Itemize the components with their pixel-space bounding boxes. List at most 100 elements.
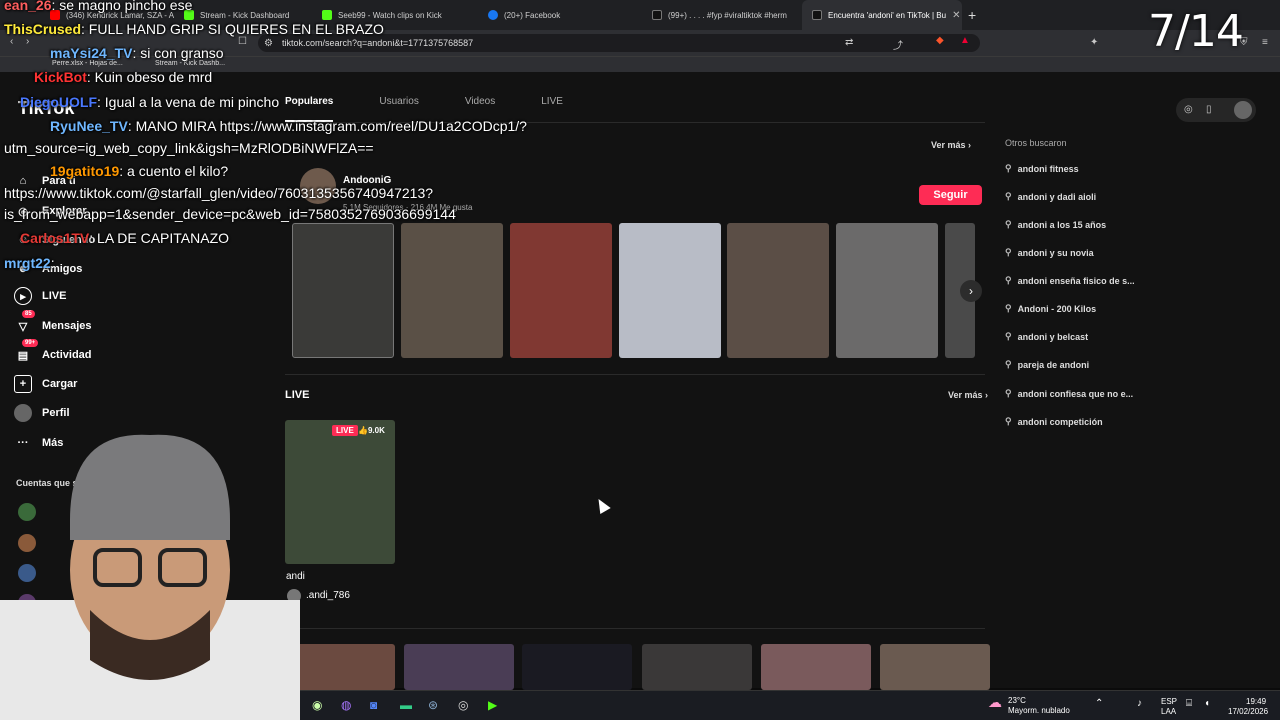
clock-date[interactable]: 17/02/2026 (1228, 707, 1268, 716)
weather-icon: ☁ (988, 694, 1002, 710)
video-thumbnail[interactable] (404, 644, 514, 690)
video-thumbnail[interactable] (401, 223, 503, 358)
live-card-thumbnail[interactable] (285, 420, 395, 564)
video-thumbnail[interactable] (619, 223, 721, 358)
beanie-shape (70, 434, 230, 540)
chevron-right-icon[interactable]: › (960, 280, 982, 302)
live-tag-text: LIVE (336, 426, 354, 435)
coin-icon[interactable]: ◎ (1184, 104, 1193, 115)
related-search-text: andoni enseña fisico de s... (1017, 275, 1135, 286)
related-search-item[interactable]: ⚲ Andoni - 200 Kilos (1005, 303, 1096, 314)
message-badge: 85 (22, 310, 35, 318)
volume-icon[interactable]: ◖ (1204, 698, 1210, 709)
extensions-icon[interactable]: ✦ (1090, 37, 1098, 48)
language-indicator-2[interactable]: LAA (1161, 707, 1176, 716)
back-icon[interactable]: ‹ (10, 36, 13, 47)
related-search-item[interactable]: ⚲ andoni competición (1005, 416, 1103, 427)
kick-icon[interactable]: ▶ (488, 698, 497, 712)
steam-icon[interactable]: ⊛ (428, 698, 438, 712)
related-search-text: andoni y su novia (1017, 247, 1094, 258)
tab-label: Encuentra 'andoni' en TikTok | Bu (828, 10, 947, 20)
language-indicator[interactable]: ESP (1161, 697, 1177, 706)
tiktok-favicon-icon (812, 10, 822, 20)
video-thumbnail[interactable] (285, 644, 395, 690)
related-search-text: andoni y belcast (1017, 331, 1089, 342)
avatar[interactable] (1234, 101, 1252, 119)
chat-username: Carlos1TV (20, 230, 90, 246)
sidebar-item-cargar[interactable]: + Cargar (14, 375, 77, 393)
chevron-up-icon[interactable]: ⌃ (1095, 698, 1103, 709)
weather-temp[interactable]: 23°C (1008, 696, 1026, 705)
obs-icon[interactable]: ◎ (458, 698, 468, 712)
share-icon[interactable]: ⤴ (893, 37, 903, 52)
browser-tab[interactable]: (99+) . . . . #fyp #viraltiktok #herm (642, 0, 802, 30)
browser-tab[interactable]: (20+) Facebook (478, 0, 642, 30)
video-thumbnail[interactable] (880, 644, 990, 690)
rewards-icon[interactable]: ▲ (960, 35, 970, 46)
ver-mas-users-link[interactable]: Ver más › (931, 140, 971, 150)
clock-time[interactable]: 19:49 (1246, 697, 1266, 706)
forward-icon[interactable]: › (26, 36, 29, 47)
video-thumbnail[interactable] (522, 644, 632, 690)
video-thumbnail[interactable] (292, 223, 394, 358)
chat-text: : FULL HAND GRIP SI QUIERES EN EL BRAZO (81, 21, 384, 37)
facebook-favicon-icon (488, 10, 498, 20)
network-icon[interactable]: ⌸ (1186, 698, 1192, 709)
upload-icon: + (14, 375, 32, 393)
chat-text: utm_source=ig_web_copy_link&igsh=MzRlODB… (4, 140, 374, 156)
related-search-item[interactable]: ⚲ andoni fitness (1005, 163, 1079, 174)
menu-icon[interactable]: ≡ (1262, 37, 1268, 48)
video-thumbnail[interactable] (510, 223, 612, 358)
chat-message: utm_source=ig_web_copy_link&igsh=MzRlODB… (4, 140, 374, 156)
related-search-item[interactable]: ⚲ andoni confiesa que no e... (1005, 388, 1133, 399)
sidebar-item-actividad[interactable]: ▤ 99+ Actividad (14, 339, 92, 364)
discord-icon[interactable]: ◙ (370, 698, 377, 712)
tab-label: Seeb99 - Watch clips on Kick (338, 10, 442, 20)
video-thumbnail[interactable] (727, 223, 829, 358)
related-search-text: Andoni - 200 Kilos (1017, 303, 1097, 314)
related-search-item[interactable]: ⚲ andoni enseña fisico de s... (1005, 275, 1135, 286)
sidebar-item-mensajes[interactable]: ▽ 85 Mensajes (14, 310, 92, 335)
section-divider (285, 374, 985, 375)
related-search-item[interactable]: ⚲ andoni y dadi aioli (1005, 191, 1096, 202)
message-icon: ▽ 85 (14, 310, 35, 335)
site-settings-icon[interactable]: ⚙ (264, 38, 273, 49)
tiktok-favicon-icon (652, 10, 662, 20)
chat-username: ThisCrused (4, 21, 82, 37)
ver-mas-live-link[interactable]: Ver más › (948, 390, 988, 400)
activity-icon: ▤ 99+ (14, 339, 39, 364)
chat-username: maYsi24_TV (50, 45, 133, 61)
tab-live[interactable]: LIVE (541, 96, 563, 122)
chat-message: Carlos1TV: LA DE CAPITANAZO (20, 230, 229, 246)
screen: (346) Kendrick Lamar, SZA - All T Stream… (0, 0, 1280, 720)
ver-mas-text: Ver más (931, 140, 966, 150)
tab-label: Stream - Kick Dashboard (200, 10, 290, 20)
device-icon[interactable]: ▯ (1206, 104, 1212, 115)
chat-text: : Kuin obeso de mrd (86, 69, 213, 85)
bookmark-item[interactable]: Perre.xlsx - Hojas de... (52, 60, 123, 67)
translate-icon[interactable]: ⇄ (845, 37, 853, 48)
sidebar-item-perfil[interactable]: Perfil (14, 404, 70, 422)
follow-button[interactable]: Seguir (919, 185, 982, 205)
video-thumbnail[interactable] (761, 644, 871, 690)
bookmark-icon[interactable]: ☐ (238, 36, 247, 47)
video-thumbnail[interactable] (642, 644, 752, 690)
related-search-item[interactable]: ⚲ andoni a los 15 años (1005, 219, 1106, 230)
related-search-item[interactable]: ⚲ andoni y su novia (1005, 247, 1094, 258)
live-card-user[interactable]: .andi_786 (306, 590, 350, 601)
video-thumbnail[interactable] (836, 223, 938, 358)
brave-shield-icon[interactable]: ◆ (936, 35, 944, 46)
app-icon[interactable]: ◍ (341, 698, 351, 712)
mic-icon[interactable]: ♪ (1137, 698, 1142, 709)
bookmark-item[interactable]: Stream - Kick Dashb... (155, 60, 225, 67)
related-search-item[interactable]: ⚲ andoni y belcast (1005, 331, 1088, 342)
chat-message: is_from_webapp=1&sender_device=pc&web_id… (4, 206, 456, 222)
close-tab-icon[interactable]: ✕ (952, 10, 960, 21)
app-icon[interactable]: ▬ (400, 698, 412, 712)
weather-desc[interactable]: Mayorm. nublado (1008, 706, 1070, 715)
app-icon[interactable]: ◉ (312, 698, 322, 712)
related-search-item[interactable]: ⚲ pareja de andoni (1005, 359, 1089, 370)
new-tab-button[interactable]: + (962, 7, 982, 23)
browser-tab-active[interactable]: Encuentra 'andoni' en TikTok | Bu ✕ (802, 0, 962, 30)
sidebar-item-live[interactable]: ▸ LIVE (14, 287, 66, 305)
